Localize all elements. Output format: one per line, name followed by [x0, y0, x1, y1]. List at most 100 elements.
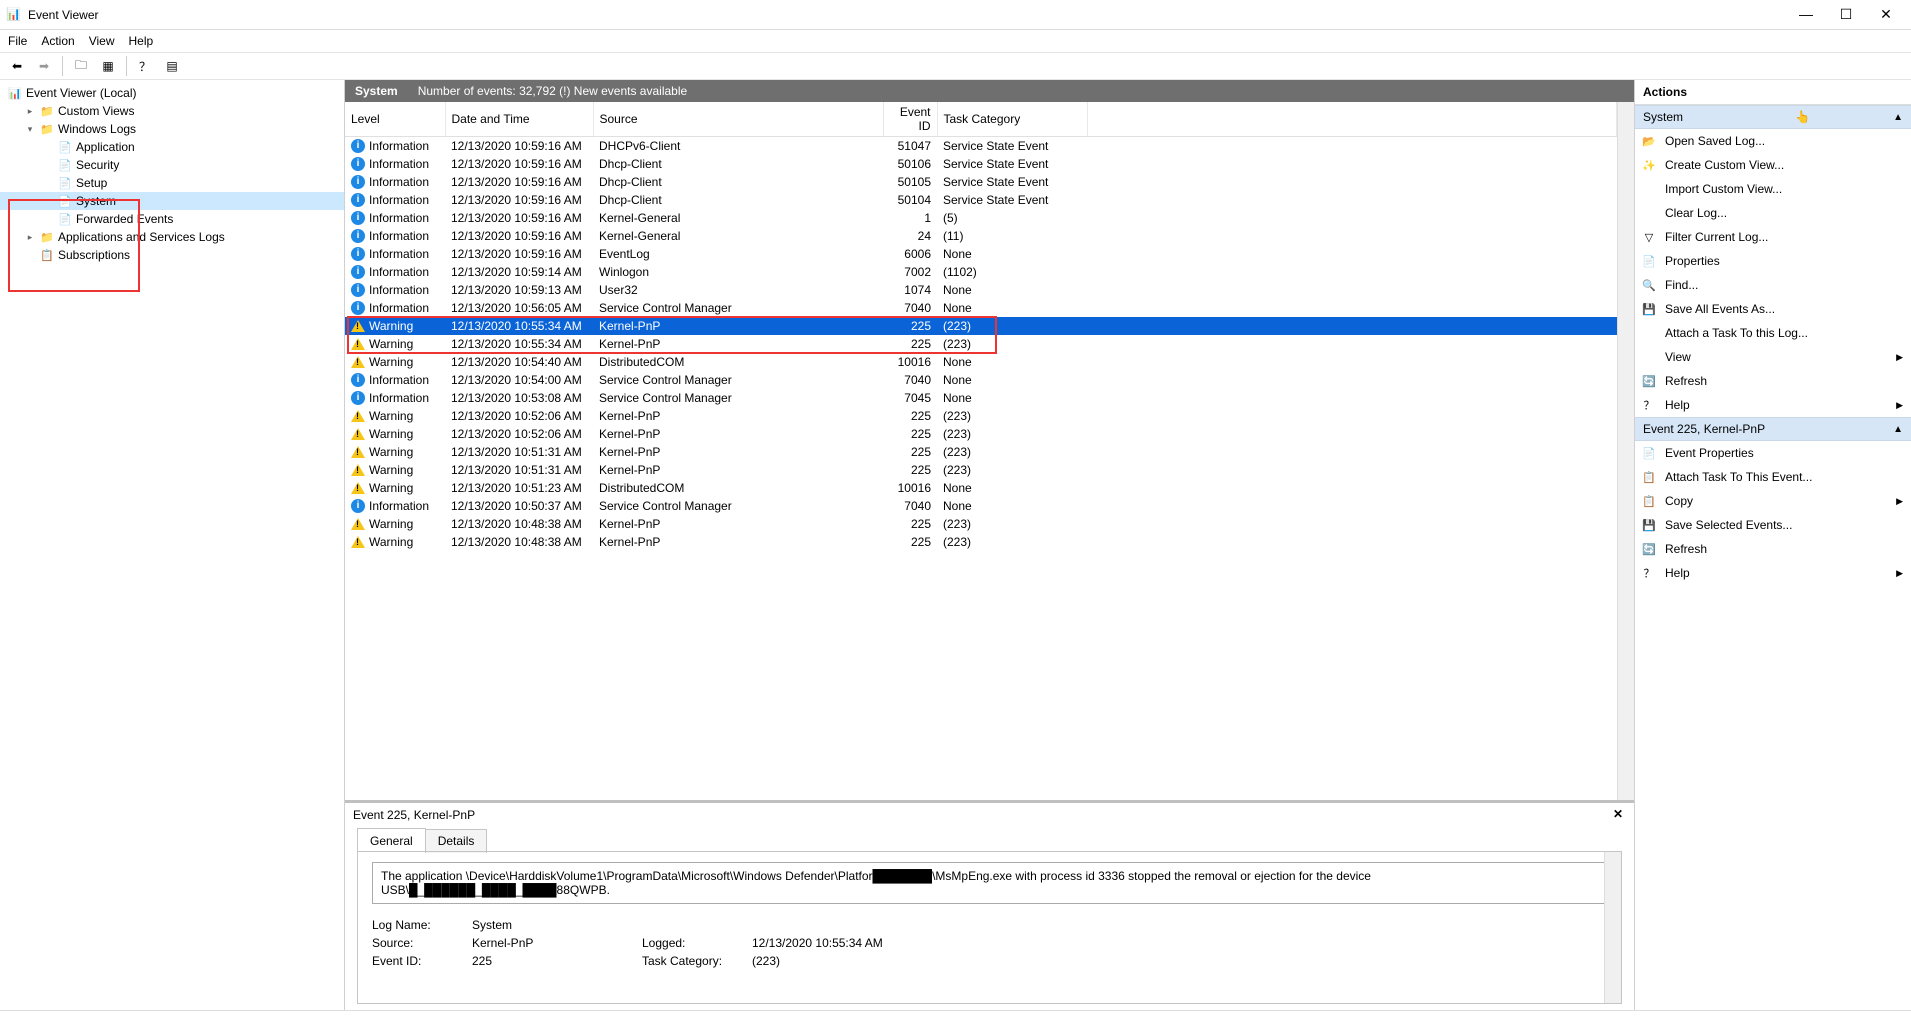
minimize-button[interactable]: ― — [1793, 6, 1819, 23]
action-item[interactable]: 📄Event Properties — [1635, 441, 1911, 465]
tree-item[interactable]: 📄Forwarded Events — [0, 210, 344, 228]
event-grid[interactable]: Level Date and Time Source Event ID Task… — [345, 102, 1634, 800]
cell-source: Dhcp-Client — [593, 191, 883, 209]
expander-icon[interactable]: ▾ — [24, 124, 36, 135]
action-group-header[interactable]: Event 225, Kernel-PnP▲ — [1635, 417, 1911, 441]
menu-file[interactable]: File — [8, 34, 27, 48]
tree-item[interactable]: 📄Application — [0, 138, 344, 156]
event-row[interactable]: iInformation12/13/2020 10:59:14 AMWinlog… — [345, 263, 1617, 281]
level-text: Warning — [369, 517, 413, 531]
menu-help[interactable]: Help — [129, 34, 154, 48]
tree-item[interactable]: 📄Setup — [0, 174, 344, 192]
col-source[interactable]: Source — [593, 102, 883, 137]
tree-item-label: System — [76, 194, 116, 208]
event-row[interactable]: Warning12/13/2020 10:55:34 AMKernel-PnP2… — [345, 317, 1617, 335]
tree-item[interactable]: 📄System — [0, 192, 344, 210]
grid-scrollbar[interactable] — [1617, 102, 1634, 800]
collapse-icon[interactable]: ▲ — [1893, 112, 1903, 123]
taskcat-value: (223) — [752, 954, 952, 968]
window-title: Event Viewer — [28, 8, 1793, 22]
action-icon: ▽ — [1641, 229, 1657, 245]
event-row[interactable]: Warning12/13/2020 10:52:06 AMKernel-PnP2… — [345, 407, 1617, 425]
event-row[interactable]: iInformation12/13/2020 10:54:00 AMServic… — [345, 371, 1617, 389]
action-item[interactable]: 💾Save Selected Events... — [1635, 513, 1911, 537]
event-row[interactable]: iInformation12/13/2020 10:59:16 AMDHCPv6… — [345, 137, 1617, 155]
event-row[interactable]: iInformation12/13/2020 10:59:16 AMKernel… — [345, 209, 1617, 227]
action-item[interactable]: ▽Filter Current Log... — [1635, 225, 1911, 249]
details-scrollbar[interactable] — [1604, 852, 1621, 1003]
maximize-button[interactable]: ☐ — [1833, 6, 1859, 23]
event-row[interactable]: Warning12/13/2020 10:48:38 AMKernel-PnP2… — [345, 533, 1617, 551]
tab-general[interactable]: General — [357, 828, 426, 852]
expander-icon[interactable]: ▸ — [24, 106, 36, 117]
action-item[interactable]: ？Help▶ — [1635, 393, 1911, 417]
action-icon: ✨ — [1641, 157, 1657, 173]
cell-source: Dhcp-Client — [593, 155, 883, 173]
toolbar-btn-2[interactable]: ▦ — [97, 55, 119, 77]
action-item[interactable]: 🔄Refresh — [1635, 369, 1911, 393]
event-row[interactable]: iInformation12/13/2020 10:56:05 AMServic… — [345, 299, 1617, 317]
event-row[interactable]: Warning12/13/2020 10:48:38 AMKernel-PnP2… — [345, 515, 1617, 533]
event-row[interactable]: Warning12/13/2020 10:54:40 AMDistributed… — [345, 353, 1617, 371]
tab-details[interactable]: Details — [425, 829, 488, 853]
action-item[interactable]: Import Custom View... — [1635, 177, 1911, 201]
event-row[interactable]: iInformation12/13/2020 10:59:16 AMDhcp-C… — [345, 173, 1617, 191]
tree-item[interactable]: ▸📁Custom Views — [0, 102, 344, 120]
event-row[interactable]: Warning12/13/2020 10:51:23 AMDistributed… — [345, 479, 1617, 497]
tree-item[interactable]: 📋Subscriptions — [0, 246, 344, 264]
event-row[interactable]: iInformation12/13/2020 10:50:37 AMServic… — [345, 497, 1617, 515]
action-group-header[interactable]: System▲ — [1635, 105, 1911, 129]
tree-item[interactable]: 📄Security — [0, 156, 344, 174]
col-date[interactable]: Date and Time — [445, 102, 593, 137]
action-item[interactable]: 📄Properties — [1635, 249, 1911, 273]
col-level[interactable]: Level — [345, 102, 445, 137]
back-button[interactable]: ⬅ — [6, 55, 28, 77]
nav-tree[interactable]: 📊 Event Viewer (Local) ▸📁Custom Views▾📁W… — [0, 80, 345, 1010]
collapse-icon[interactable]: ▲ — [1893, 424, 1903, 435]
event-row[interactable]: Warning12/13/2020 10:52:06 AMKernel-PnP2… — [345, 425, 1617, 443]
event-row[interactable]: iInformation12/13/2020 10:59:16 AMDhcp-C… — [345, 191, 1617, 209]
cell-source: Winlogon — [593, 263, 883, 281]
menu-view[interactable]: View — [89, 34, 115, 48]
col-task[interactable]: Task Category — [937, 102, 1087, 137]
event-row[interactable]: iInformation12/13/2020 10:59:16 AMEventL… — [345, 245, 1617, 263]
tree-item[interactable]: ▸📁Applications and Services Logs — [0, 228, 344, 246]
action-item[interactable]: Attach a Task To this Log... — [1635, 321, 1911, 345]
action-item[interactable]: 📋Copy▶ — [1635, 489, 1911, 513]
tree-item[interactable]: ▾📁Windows Logs — [0, 120, 344, 138]
action-icon: 💾 — [1641, 301, 1657, 317]
level-text: Warning — [369, 355, 413, 369]
event-row[interactable]: Warning12/13/2020 10:51:31 AMKernel-PnP2… — [345, 461, 1617, 479]
event-row[interactable]: Warning12/13/2020 10:51:31 AMKernel-PnP2… — [345, 443, 1617, 461]
forward-button[interactable]: ➡ — [33, 55, 55, 77]
action-label: Event Properties — [1665, 446, 1754, 460]
event-row[interactable]: iInformation12/13/2020 10:59:13 AMUser32… — [345, 281, 1617, 299]
event-row[interactable]: iInformation12/13/2020 10:59:16 AMDhcp-C… — [345, 155, 1617, 173]
action-item[interactable]: 💾Save All Events As... — [1635, 297, 1911, 321]
toolbar-btn-1[interactable]: 🗀 — [70, 55, 92, 77]
action-label: Attach Task To This Event... — [1665, 470, 1812, 484]
toolbar-btn-3[interactable]: ▤ — [161, 55, 183, 77]
action-item[interactable]: ✨Create Custom View... — [1635, 153, 1911, 177]
expander-icon[interactable]: ▸ — [24, 232, 36, 243]
action-item[interactable]: Clear Log... — [1635, 201, 1911, 225]
cell-date: 12/13/2020 10:51:31 AM — [445, 461, 593, 479]
cell-task: None — [937, 371, 1087, 389]
toolbar-help-button[interactable]: ？ — [134, 55, 156, 77]
action-item[interactable]: View▶ — [1635, 345, 1911, 369]
action-item[interactable]: 🔄Refresh — [1635, 537, 1911, 561]
titlebar: 📊 Event Viewer ― ☐ ✕ — [0, 0, 1911, 30]
event-row[interactable]: iInformation12/13/2020 10:59:16 AMKernel… — [345, 227, 1617, 245]
action-item[interactable]: 📋Attach Task To This Event... — [1635, 465, 1911, 489]
action-item[interactable]: 🔍Find... — [1635, 273, 1911, 297]
cell-date: 12/13/2020 10:59:16 AM — [445, 155, 593, 173]
tree-root[interactable]: 📊 Event Viewer (Local) — [0, 84, 344, 102]
menu-action[interactable]: Action — [41, 34, 74, 48]
col-eventid[interactable]: Event ID — [883, 102, 937, 137]
action-item[interactable]: 📂Open Saved Log... — [1635, 129, 1911, 153]
event-row[interactable]: iInformation12/13/2020 10:53:08 AMServic… — [345, 389, 1617, 407]
close-button[interactable]: ✕ — [1873, 6, 1899, 23]
action-item[interactable]: ？Help▶ — [1635, 561, 1911, 585]
details-close-button[interactable]: ✕ — [1610, 807, 1626, 823]
event-row[interactable]: Warning12/13/2020 10:55:34 AMKernel-PnP2… — [345, 335, 1617, 353]
